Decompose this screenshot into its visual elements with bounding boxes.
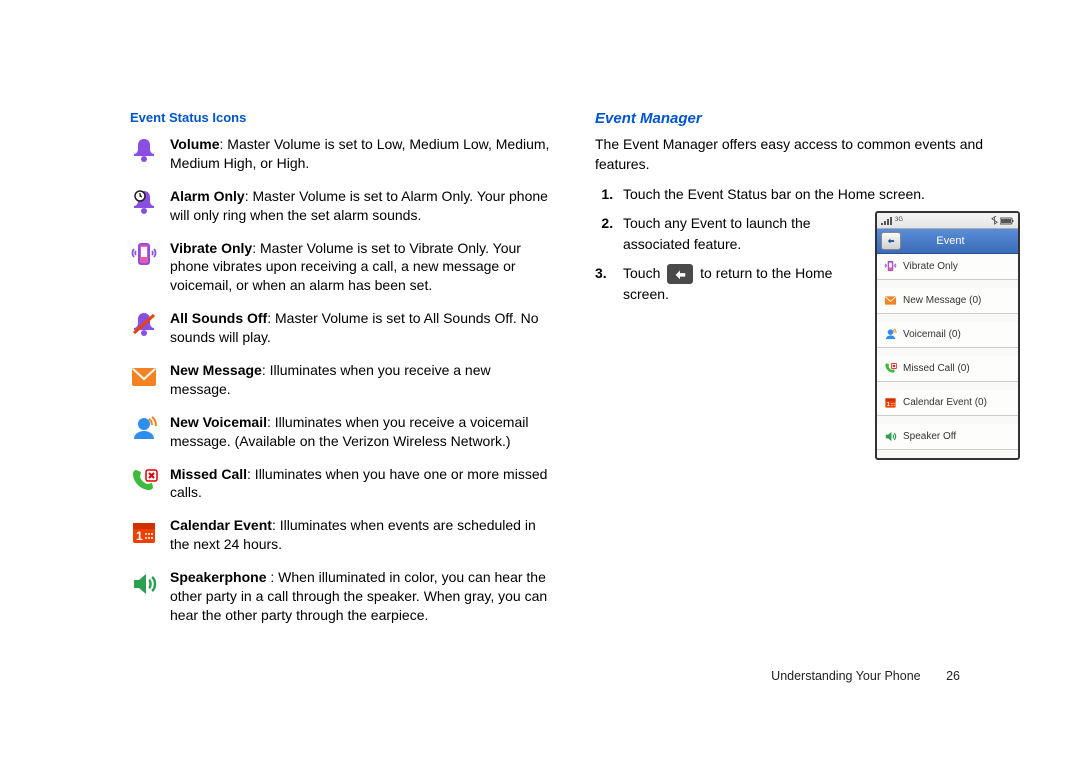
page-footer: Understanding Your Phone 26 [771, 669, 960, 683]
missed-icon [883, 362, 897, 376]
phone-event-list: Vibrate Only New Message (0) Voicemail (… [877, 254, 1018, 450]
phone-list-label: Speaker Off [903, 429, 956, 444]
vibrate-icon [130, 241, 158, 269]
phone-list-item[interactable]: Vibrate Only [877, 254, 1018, 280]
phone-list-item[interactable]: New Message (0) [877, 288, 1018, 314]
message-icon [883, 294, 897, 308]
return-icon [667, 264, 693, 284]
calendar-icon [883, 396, 897, 410]
icon-item: New Voicemail: Illuminates when you rece… [130, 413, 555, 451]
volume-icon [130, 137, 158, 165]
icon-list: Volume: Master Volume is set to Low, Med… [130, 135, 555, 625]
phone-list-label: Voicemail (0) [903, 327, 961, 342]
event-manager-heading: Event Manager [595, 110, 1020, 127]
phone-list-item[interactable]: Missed Call (0) [877, 356, 1018, 382]
phone-list-label: Calendar Event (0) [903, 395, 987, 410]
soundsoff-icon [130, 311, 158, 339]
icon-item-text: Volume: Master Volume is set to Low, Med… [170, 135, 555, 173]
phone-list-item[interactable]: Voicemail (0) [877, 322, 1018, 348]
icon-item-text: All Sounds Off: Master Volume is set to … [170, 309, 555, 347]
signal-icon [881, 217, 893, 225]
step-1: Touch the Event Status bar on the Home s… [617, 184, 1020, 205]
icon-item: Calendar Event: Illuminates when events … [130, 516, 555, 554]
voicemail-icon [883, 328, 897, 342]
icon-item-text: Speakerphone : When illuminated in color… [170, 568, 555, 625]
step-1-text: Touch the Event Status bar on the Home s… [623, 186, 925, 202]
icon-item-text: Calendar Event: Illuminates when events … [170, 516, 555, 554]
event-status-icons-heading: Event Status Icons [130, 110, 555, 125]
message-icon [130, 363, 158, 391]
icon-item: All Sounds Off: Master Volume is set to … [130, 309, 555, 347]
speaker-icon [130, 570, 158, 598]
icon-item-text: New Message: Illuminates when you receiv… [170, 361, 555, 399]
icon-item: Vibrate Only: Master Volume is set to Vi… [130, 239, 555, 296]
right-column: Event Manager The Event Manager offers e… [595, 110, 1020, 639]
icon-item-text: Vibrate Only: Master Volume is set to Vi… [170, 239, 555, 296]
voicemail-icon [130, 415, 158, 443]
battery-icon [1000, 217, 1014, 225]
icon-item: Volume: Master Volume is set to Low, Med… [130, 135, 555, 173]
icon-item: Alarm Only: Master Volume is set to Alar… [130, 187, 555, 225]
calendar-icon [130, 518, 158, 546]
icon-item-text: Missed Call: Illuminates when you have o… [170, 465, 555, 503]
left-column: Event Status Icons Volume: Master Volume… [130, 110, 555, 639]
phone-header: Event [877, 229, 1018, 254]
step-3: 3. Touch to return to the Home screen. [595, 263, 861, 305]
phone-list-label: New Message (0) [903, 293, 981, 308]
steps-list: Touch the Event Status bar on the Home s… [595, 184, 1020, 460]
footer-page-number: 26 [946, 669, 960, 683]
phone-list-item[interactable]: Calendar Event (0) [877, 390, 1018, 416]
step-2-3-and-phone: Touch any Event to launch the associated… [617, 213, 1020, 460]
phone-status-bar: 3G [877, 213, 1018, 229]
step-2-text: Touch any Event to launch the associated… [623, 213, 861, 255]
icon-item-text: New Voicemail: Illuminates when you rece… [170, 413, 555, 451]
event-manager-intro: The Event Manager offers easy access to … [595, 135, 1020, 174]
footer-section: Understanding Your Phone [771, 669, 920, 683]
missed-icon [130, 467, 158, 495]
vibrate-icon [883, 260, 897, 274]
speaker-icon [883, 430, 897, 444]
icon-item: Missed Call: Illuminates when you have o… [130, 465, 555, 503]
icon-item: Speakerphone : When illuminated in color… [130, 568, 555, 625]
bluetooth-icon [991, 216, 998, 225]
icon-item: New Message: Illuminates when you receiv… [130, 361, 555, 399]
step-3a-text: Touch [623, 265, 664, 281]
alarm-icon [130, 189, 158, 217]
phone-list-item[interactable]: Speaker Off [877, 424, 1018, 450]
icon-item-text: Alarm Only: Master Volume is set to Alar… [170, 187, 555, 225]
phone-header-title: Event [887, 233, 1014, 250]
phone-list-label: Vibrate Only [903, 259, 958, 274]
phone-list-label: Missed Call (0) [903, 361, 970, 376]
phone-mockup: 3G Event [875, 211, 1020, 460]
